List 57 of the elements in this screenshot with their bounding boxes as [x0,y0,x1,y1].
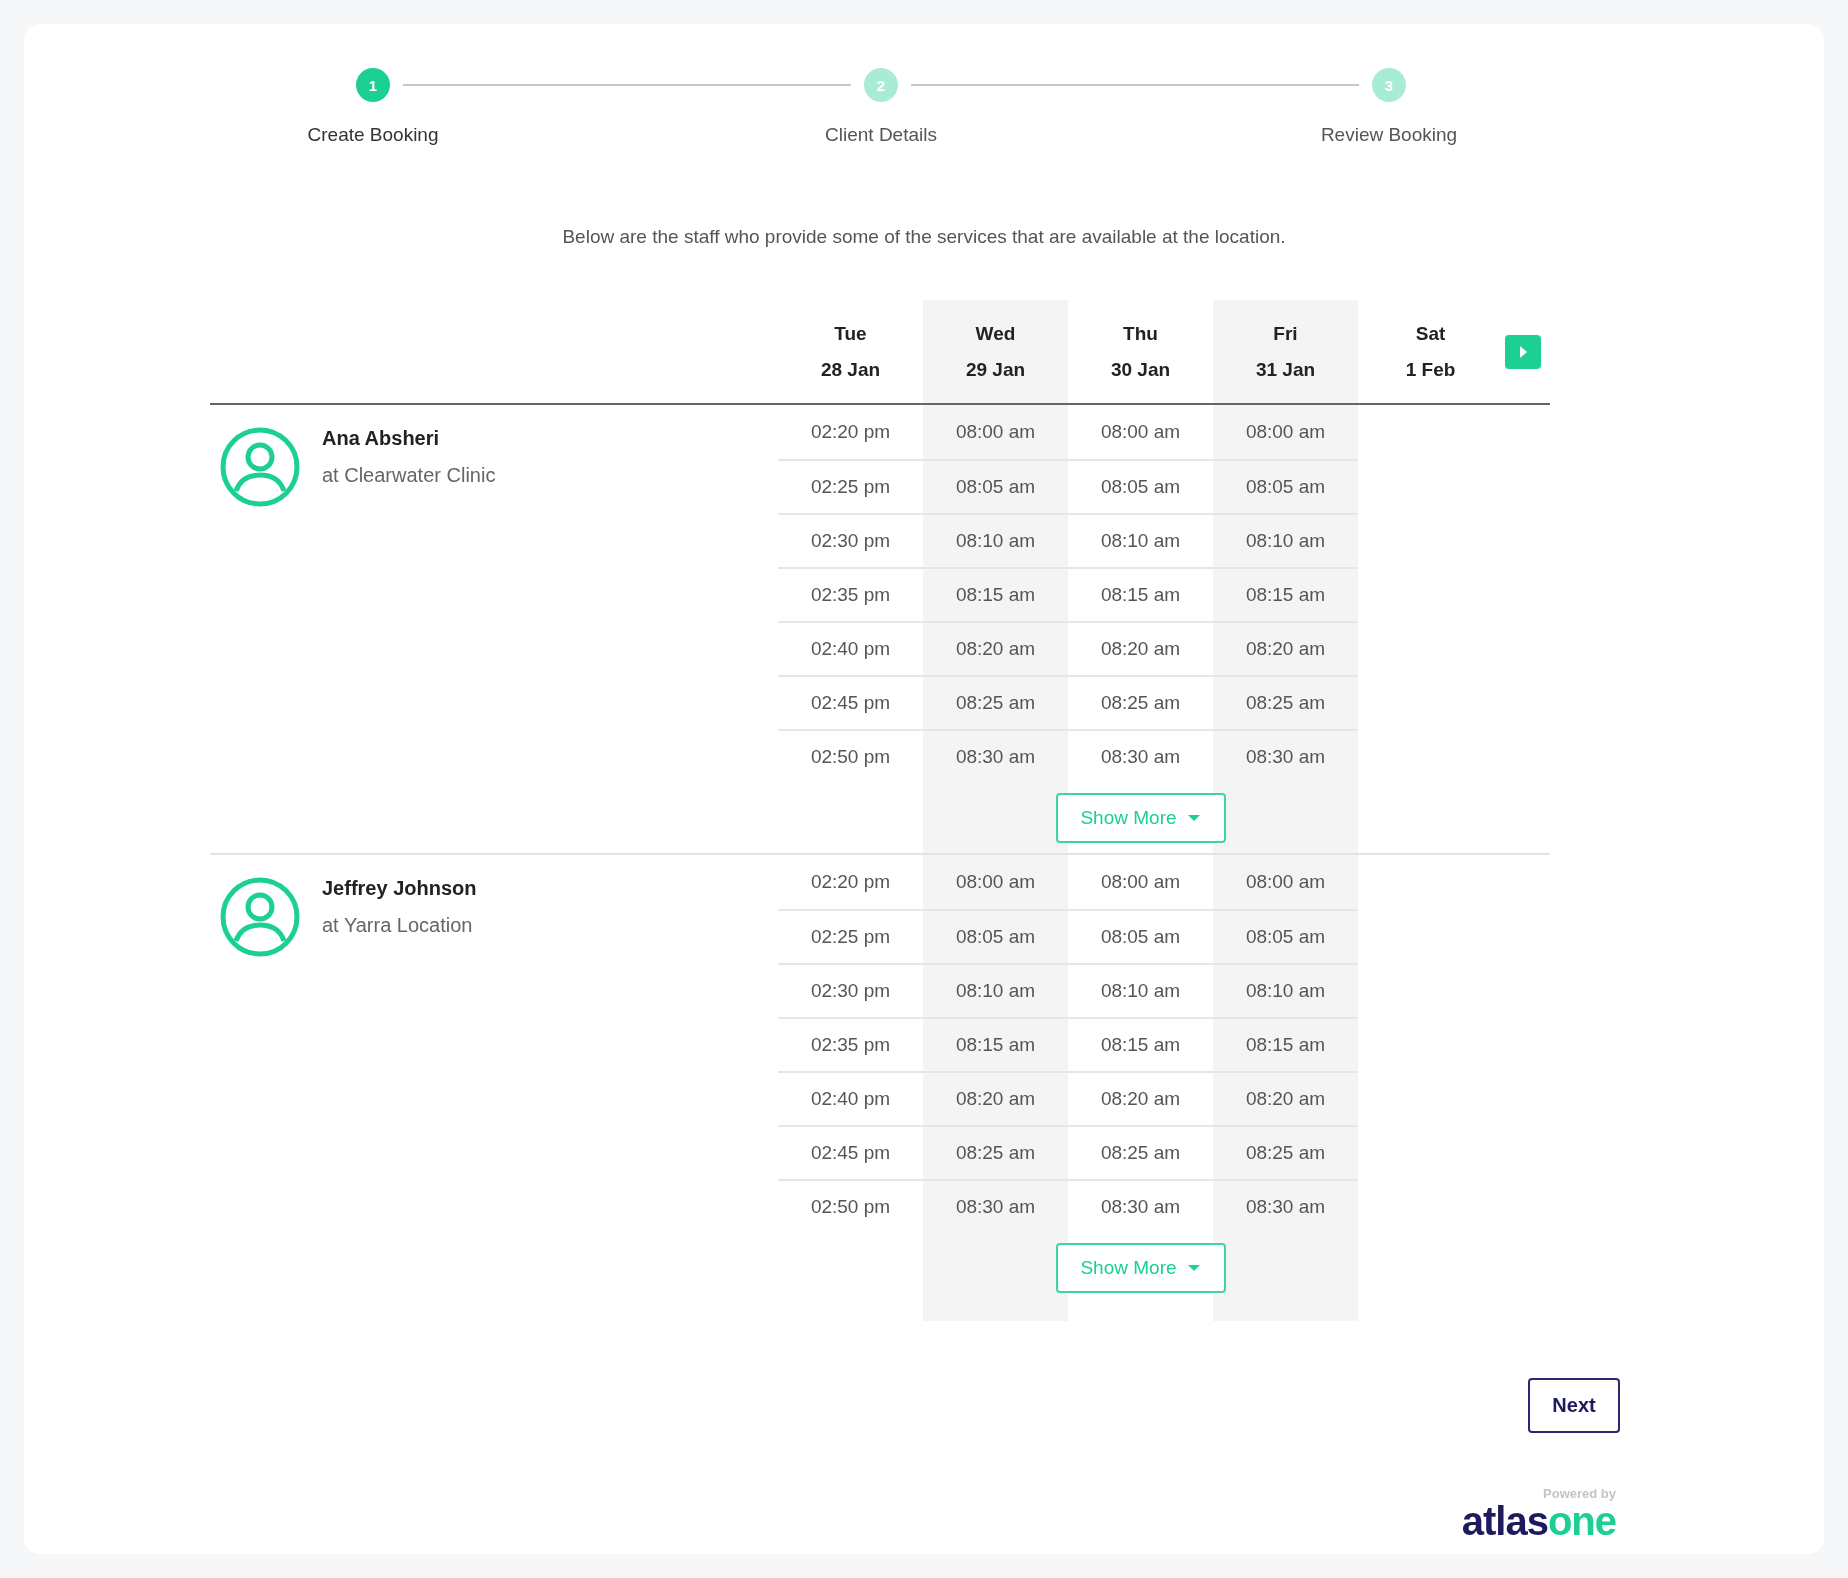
time-slot[interactable]: 08:00 am [1068,855,1213,909]
avatar-icon [220,877,300,957]
next-week-button[interactable] [1505,334,1541,369]
time-slot[interactable]: 08:05 am [1213,459,1358,513]
time-slot[interactable]: 08:25 am [923,1125,1068,1179]
step-number: 3 [1372,68,1406,102]
avatar-icon [220,427,300,507]
time-slot[interactable]: 08:25 am [1213,675,1358,729]
staff-name: Jeffrey Johnson [322,877,477,900]
step-label: Review Booking [1320,124,1458,146]
day-header: Wed 29 Jan [923,300,1068,403]
time-slot[interactable]: 08:25 am [1213,1125,1358,1179]
time-slot[interactable]: 08:10 am [923,963,1068,1017]
time-slot[interactable]: 08:15 am [923,1017,1068,1071]
caret-icon [1186,1264,1201,1272]
staff-name: Ana Absheri [322,427,441,450]
time-slot[interactable]: 02:20 pm [778,405,923,459]
play-icon [1518,344,1528,359]
time-slot[interactable]: 08:25 am [923,675,1068,729]
step-label: Client Details [825,124,937,146]
time-slot[interactable]: 08:20 am [1213,621,1358,675]
time-slot[interactable]: 08:20 am [1213,1071,1358,1125]
time-slot[interactable]: 08:20 am [923,621,1068,675]
time-slot[interactable]: 08:00 am [923,405,1068,459]
time-slot[interactable]: 08:20 am [923,1071,1068,1125]
time-slot[interactable]: 02:20 pm [778,855,923,909]
next-button[interactable]: Next [1528,1378,1620,1433]
step-label: Create Booking [307,124,439,146]
time-slot[interactable]: 08:15 am [923,567,1068,621]
day-header: Fri 31 Jan [1213,300,1358,403]
staff-location: at Clearwater Clinic [322,464,496,487]
day-header: Thu 30 Jan [1109,321,1172,382]
time-slot[interactable]: 08:05 am [1213,909,1358,963]
staff-location: at Yarra Location [322,914,474,937]
description-text: Below are the staff who provide some of the services that are available at the location. [561,226,1287,248]
step-number: 1 [356,68,390,102]
time-slot[interactable]: 08:30 am [1213,729,1358,783]
time-slot[interactable]: 08:10 am [1213,513,1358,567]
time-slot[interactable]: 08:05 am [923,459,1068,513]
time-slot[interactable]: 08:10 am [1213,963,1358,1017]
step-number: 2 [864,68,898,102]
time-slot[interactable]: 08:30 am [923,1179,1068,1233]
time-slot[interactable]: 08:30 am [923,729,1068,783]
day-header: Tue 28 Jan [819,321,882,382]
time-slot[interactable]: 08:05 am [923,909,1068,963]
time-slot[interactable]: 08:00 am [1213,405,1358,459]
brand-logo: atlasone [1461,1501,1616,1541]
time-slot[interactable]: 08:15 am [1213,567,1358,621]
time-slot[interactable]: 08:30 am [1213,1179,1358,1233]
powered-by-text: Powered by [1543,1486,1616,1501]
time-slot[interactable]: 08:00 am [923,855,1068,909]
time-slot[interactable]: 08:10 am [923,513,1068,567]
time-slot[interactable]: 08:15 am [1213,1017,1358,1071]
caret-icon [1186,814,1201,822]
day-header: Sat 1 Feb [1404,321,1457,382]
time-slot[interactable]: 08:00 am [1068,405,1213,459]
time-slot[interactable]: 08:00 am [1213,855,1358,909]
